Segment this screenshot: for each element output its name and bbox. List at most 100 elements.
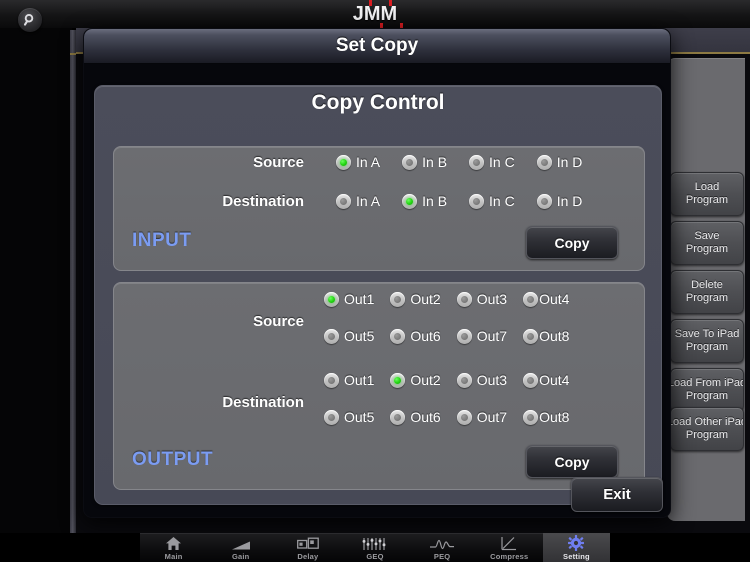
radio-output-source-out5[interactable]: Out5 <box>324 328 374 344</box>
radio-dot <box>324 409 339 425</box>
radio-label: Out5 <box>344 409 375 425</box>
radio-dot <box>456 328 472 344</box>
radio-output-destination-out5[interactable]: Out5 <box>324 409 374 425</box>
radio-output-destination-out6[interactable]: Out6 <box>390 409 441 425</box>
radio-dot <box>336 193 351 209</box>
tab-label: PEQ <box>433 551 451 561</box>
radio-output-source-out4[interactable]: Out4 <box>523 291 569 307</box>
radio-label: Out3 <box>476 372 508 388</box>
radio-label: Out2 <box>410 372 441 388</box>
radio-input-source-in-c[interactable]: In C <box>469 154 515 170</box>
radio-dot <box>390 372 406 388</box>
output-copy-label: Copy <box>554 453 590 470</box>
radio-input-source-in-b[interactable]: In B <box>402 154 447 170</box>
radio-output-source-out8[interactable]: Out8 <box>523 328 569 344</box>
rail-button-delete-program[interactable]: Delete Program <box>670 270 744 314</box>
dialog-title: Set Copy <box>84 29 670 64</box>
tab-bar-left-filler <box>0 533 140 562</box>
output-destination-row-2: Out5 Out6 Out7 Out8 <box>324 409 569 425</box>
radio-label: Out4 <box>539 291 570 307</box>
output-source-row-1: Out1 Out2 Out3 Out4 <box>324 291 569 307</box>
radio-output-source-out2[interactable]: Out2 <box>390 291 441 307</box>
input-copy-button[interactable]: Copy <box>526 226 618 259</box>
radio-label: Out7 <box>476 409 508 425</box>
background-divider-accent <box>70 53 76 55</box>
radio-output-destination-out7[interactable]: Out7 <box>456 409 508 425</box>
radio-input-destination-in-b[interactable]: In B <box>402 193 447 209</box>
input-copy-label: Copy <box>554 234 590 251</box>
rail-button-load-other-ipad-program[interactable]: Load Other iPad Program <box>670 407 744 451</box>
tab-list: Main Gain Delay GEQ PEQ Compress Setting <box>140 533 610 562</box>
tab-main[interactable]: Main <box>140 533 207 562</box>
tab-setting[interactable]: Setting <box>542 533 610 562</box>
radio-input-destination-in-a[interactable]: In A <box>336 193 380 209</box>
radio-dot <box>523 409 539 425</box>
input-section-label: INPUT <box>132 230 192 251</box>
radio-label: Out5 <box>344 328 375 344</box>
radio-input-source-in-a[interactable]: In A <box>336 154 380 170</box>
input-group: Source In A In B In C In D Destination I… <box>113 146 645 271</box>
radio-dot <box>456 409 472 425</box>
tab-gain[interactable]: Gain <box>207 533 274 562</box>
radio-label: Out8 <box>539 328 570 344</box>
input-source-row: Source In A In B In C In D <box>114 154 644 171</box>
radio-output-source-out6[interactable]: Out6 <box>390 328 441 344</box>
radio-input-destination-in-c[interactable]: In C <box>469 193 515 209</box>
search-icon[interactable] <box>18 8 42 32</box>
radio-label: In B <box>422 193 448 209</box>
radio-label: Out7 <box>476 328 508 344</box>
app-screen: Load Program Save Program Delete Program… <box>0 0 750 562</box>
radio-dot <box>456 291 472 307</box>
radio-output-destination-out8[interactable]: Out8 <box>523 409 569 425</box>
radio-label: Out4 <box>539 372 570 388</box>
radio-dot <box>390 328 406 344</box>
tab-label: Delay <box>297 551 319 561</box>
rail-button-line1: Save To iPad <box>674 328 740 340</box>
radio-label: Out2 <box>410 291 441 307</box>
rail-button-save-to-ipad-program[interactable]: Save To iPad Program <box>670 319 744 363</box>
radio-dot <box>523 291 539 307</box>
radio-output-destination-out2[interactable]: Out2 <box>390 372 441 388</box>
input-destination-row: Destination In A In B In C In D <box>114 193 644 210</box>
radio-output-source-out7[interactable]: Out7 <box>456 328 508 344</box>
logo-tick-icon <box>388 0 392 6</box>
input-destination-label: Destination <box>222 193 304 210</box>
rail-button-line2: Program <box>685 194 729 206</box>
radio-input-destination-in-d[interactable]: In D <box>536 193 583 209</box>
radio-label: In D <box>556 193 583 209</box>
radio-output-source-out1[interactable]: Out1 <box>324 291 374 307</box>
output-copy-button[interactable]: Copy <box>526 445 618 478</box>
radio-label: In A <box>356 154 381 170</box>
tab-compress[interactable]: Compress <box>476 533 543 562</box>
rail-button-load-program[interactable]: Load Program <box>670 172 744 216</box>
logo-tick-icon <box>368 0 372 6</box>
exit-button[interactable]: Exit <box>571 477 663 512</box>
tab-delay[interactable]: Delay <box>274 533 341 562</box>
radio-dot <box>324 328 339 344</box>
rail-button-load-from-ipad-program[interactable]: Load From iPad Program <box>670 368 744 412</box>
tab-label: GEQ <box>366 551 384 561</box>
radio-label: In C <box>489 154 515 170</box>
rail-button-save-program[interactable]: Save Program <box>670 221 744 265</box>
ramp-icon <box>231 536 251 551</box>
home-icon <box>165 536 182 551</box>
radio-dot <box>336 154 351 170</box>
tab-peq[interactable]: PEQ <box>409 533 476 562</box>
rail-button-line2: Program <box>685 243 729 255</box>
radio-output-destination-out4[interactable]: Out4 <box>523 372 569 388</box>
radio-input-source-in-d[interactable]: In D <box>536 154 582 170</box>
background-vertical-divider <box>70 30 76 533</box>
radio-dot <box>390 291 406 307</box>
radio-label: Out8 <box>539 409 570 425</box>
input-source-label: Source <box>253 154 304 171</box>
tab-geq[interactable]: GEQ <box>341 533 408 562</box>
radio-output-destination-out3[interactable]: Out3 <box>456 372 508 388</box>
radio-dot <box>324 291 339 307</box>
copy-control-title: Copy Control <box>311 91 445 114</box>
output-section-label: OUTPUT <box>132 449 214 470</box>
radio-output-destination-out1[interactable]: Out1 <box>324 372 374 388</box>
radio-output-source-out3[interactable]: Out3 <box>456 291 507 307</box>
radio-dot <box>324 372 339 388</box>
compressor-curve-icon <box>500 536 518 551</box>
radio-dot <box>469 154 485 170</box>
